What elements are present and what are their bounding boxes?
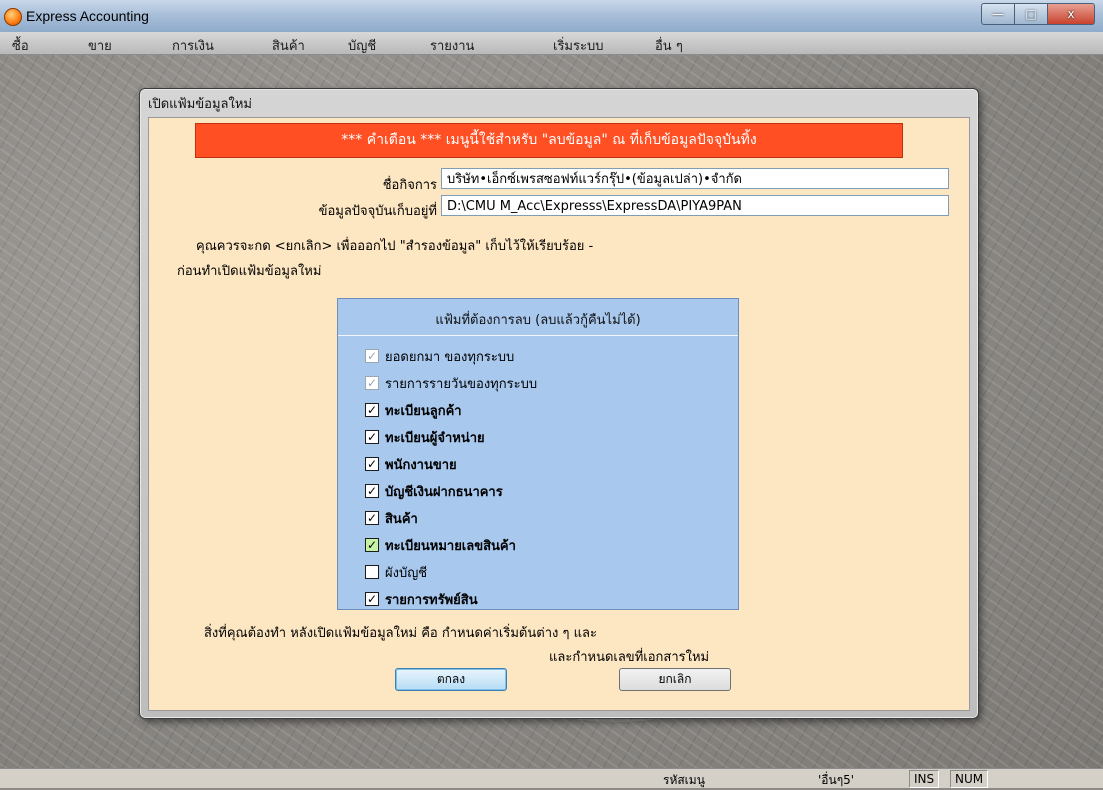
menu-purchase[interactable]: ซื้อ [12, 35, 29, 56]
dialog-body: *** คำเตือน *** เมนูนี้ใช้สำหรับ "ลบข้อม… [148, 117, 970, 711]
checkbox-box[interactable]: ✓ [365, 403, 379, 417]
checkbox-salespersons[interactable]: ✓ พนักงานขาย [365, 454, 457, 474]
company-label: ชื่อกิจการ [382, 178, 437, 193]
checkbox-box[interactable]: ✓ [365, 511, 379, 525]
checkbox-label: รายการรายวันของทุกระบบ [385, 376, 538, 392]
checkbox-fixed-assets[interactable]: ✓ รายการทรัพย์สิน [365, 589, 478, 609]
checkbox-box[interactable]: ✓ [365, 538, 379, 552]
checkbox-label: ยอดยกมา ของทุกระบบ [385, 349, 515, 365]
menu-finance[interactable]: การเงิน [172, 35, 214, 56]
location-field[interactable]: D:\CMU M_Acc\Expresss\ExpressDA\PIYA9PAN [441, 195, 949, 216]
menu-sales[interactable]: ขาย [88, 35, 112, 56]
files-to-delete-panel: แฟ้มที่ต้องการลบ (ลบแล้วกู้คืนไม่ได้) ✓ … [337, 298, 739, 610]
new-data-file-dialog: เปิดแฟ้มข้อมูลใหม่ *** คำเตือน *** เมนูน… [139, 88, 979, 719]
checkbox-box[interactable]: ✓ [365, 592, 379, 606]
status-bar: รหัสเมนู 'อื่นๆ5' INS NUM [0, 768, 1103, 788]
maximize-button[interactable]: □ [1015, 3, 1048, 25]
panel-divider [338, 335, 738, 336]
after-open-instruction-line2: และกำหนดเลขที่เอกสารใหม่ [549, 650, 710, 665]
cancel-button[interactable]: ยกเลิก [619, 668, 731, 691]
location-label: ข้อมูลปัจจุบันเก็บอยู่ที่ [318, 204, 437, 219]
checkbox-opening-balance[interactable]: ✓ ยอดยกมา ของทุกระบบ [365, 346, 514, 366]
checkbox-daily-transactions[interactable]: ✓ รายการรายวันของทุกระบบ [365, 373, 537, 393]
checkbox-suppliers[interactable]: ✓ ทะเบียนผู้จำหน่าย [365, 427, 485, 447]
app-icon [4, 8, 22, 26]
panel-title: แฟ้มที่ต้องการลบ (ลบแล้วกู้คืนไม่ได้) [435, 313, 641, 328]
menu-inventory[interactable]: สินค้า [272, 35, 305, 56]
checkbox-label: รายการทรัพย์สิน [385, 592, 478, 608]
checkbox-box[interactable]: ✓ [365, 430, 379, 444]
dialog-title: เปิดแฟ้มข้อมูลใหม่ [148, 97, 253, 112]
checkbox-label: บัญชีเงินฝากธนาคาร [385, 484, 503, 500]
window-titlebar[interactable]: Express Accounting — □ x [0, 0, 1103, 33]
checkbox-box[interactable]: ✓ [365, 376, 379, 390]
checkbox-chart-of-accounts[interactable]: ผังบัญชี [365, 562, 427, 582]
backup-advice-line2: ก่อนทำเปิดแฟ้มข้อมูลใหม่ [177, 264, 322, 279]
menu-reports[interactable]: รายงาน [430, 35, 474, 56]
checkbox-label: สินค้า [385, 511, 418, 527]
checkbox-products[interactable]: ✓ สินค้า [365, 508, 418, 528]
checkbox-label: พนักงานขาย [385, 457, 457, 473]
checkbox-serial-numbers[interactable]: ✓ ทะเบียนหมายเลขสินค้า [365, 535, 516, 555]
checkbox-label: ทะเบียนหมายเลขสินค้า [385, 538, 516, 554]
backup-advice-line1: คุณควรจะกด <ยกเลิก> เพื่อออกไป "สำรองข้อ… [196, 239, 594, 254]
menu-code-value: 'อื่นๆ5' [818, 773, 855, 787]
after-open-instruction-line1: สิ่งที่คุณต้องทำ หลังเปิดแฟ้มข้อมูลใหม่ … [204, 626, 597, 641]
ins-indicator: INS [909, 770, 940, 788]
menu-other[interactable]: อื่น ๆ [655, 35, 683, 56]
checkbox-box[interactable]: ✓ [365, 457, 379, 471]
menu-setup[interactable]: เริ่มระบบ [553, 35, 603, 56]
menu-bar: ซื้อ ขาย การเงิน สินค้า บัญชี รายงาน เริ… [0, 32, 1103, 55]
checkbox-label: ทะเบียนผู้จำหน่าย [385, 430, 485, 446]
num-indicator: NUM [950, 770, 989, 788]
checkbox-box[interactable] [365, 565, 379, 579]
checkbox-bank-accounts[interactable]: ✓ บัญชีเงินฝากธนาคาร [365, 481, 503, 501]
menu-code-label: รหัสเมนู [663, 773, 705, 787]
warning-banner: *** คำเตือน *** เมนูนี้ใช้สำหรับ "ลบข้อม… [195, 123, 903, 158]
company-field[interactable]: บริษัท•เอ็กซ์เพรสซอฟท์แวร์กรุ๊ป•(ข้อมูลเ… [441, 168, 949, 189]
checkbox-label: ทะเบียนลูกค้า [385, 403, 462, 419]
window-title: Express Accounting [26, 8, 149, 24]
minimize-button[interactable]: — [981, 3, 1015, 25]
close-button[interactable]: x [1048, 3, 1095, 25]
checkbox-box[interactable]: ✓ [365, 349, 379, 363]
ok-button[interactable]: ตกลง [395, 668, 507, 691]
checkbox-label: ผังบัญชี [385, 565, 428, 581]
menu-accounts[interactable]: บัญชี [348, 35, 376, 56]
checkbox-box[interactable]: ✓ [365, 484, 379, 498]
checkbox-customers[interactable]: ✓ ทะเบียนลูกค้า [365, 400, 462, 420]
window-controls: — □ x [981, 3, 1095, 25]
